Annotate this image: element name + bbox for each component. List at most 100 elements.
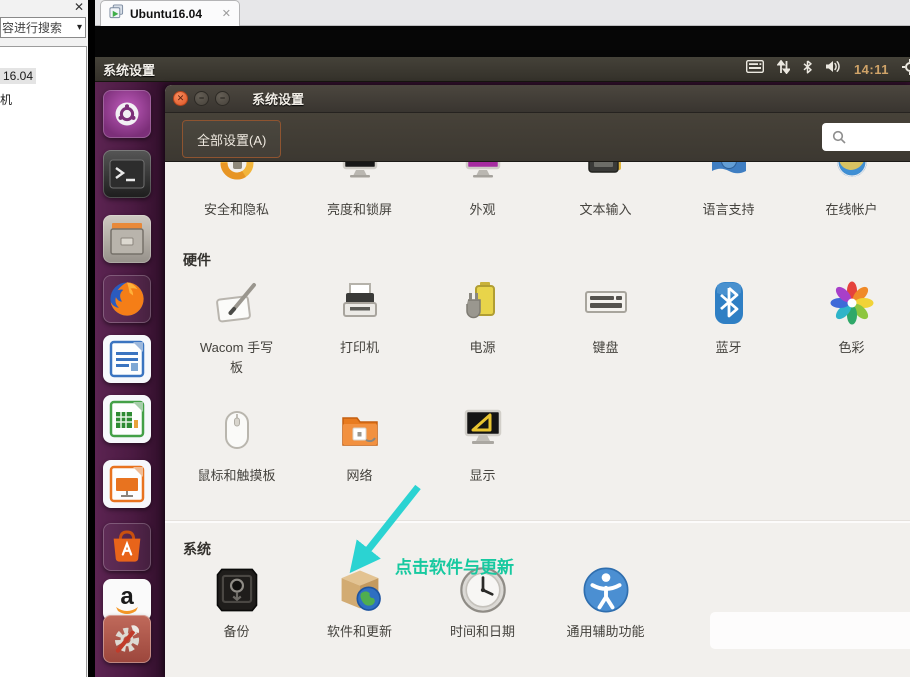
launcher-files[interactable] — [103, 215, 151, 263]
panel-close-icon[interactable]: ✕ — [74, 0, 84, 14]
window-titlebar[interactable]: ✕ − − 系统设置 — [165, 85, 910, 113]
section-header-hardware: 硬件 — [183, 250, 211, 270]
launcher-terminal[interactable] — [103, 150, 151, 198]
vm-screen-margin — [95, 26, 910, 57]
settings-item-label: 文本输入 — [579, 200, 631, 220]
network-arrows-icon[interactable] — [777, 60, 790, 79]
settings-item-online-accounts[interactable]: 在线帐户 — [790, 162, 910, 220]
settings-item-keyboard[interactable]: 键盘 — [544, 279, 667, 358]
window-toolbar: 全部设置(A) — [165, 113, 910, 162]
settings-item-backups[interactable]: 备份 — [175, 564, 298, 642]
settings-item-security-privacy[interactable]: 安全和隐私 — [175, 162, 298, 220]
power-icon — [459, 279, 507, 327]
launcher-system-settings[interactable] — [103, 615, 151, 663]
library-tree: 16.04 机 — [0, 46, 87, 677]
settings-item-label: 电源 — [469, 338, 495, 358]
ubuntu-desktop: 系统设置 14:11 — [95, 57, 910, 677]
search-icon — [832, 130, 846, 144]
universal-access-icon — [580, 564, 632, 616]
settings-item-label: 色彩 — [838, 338, 864, 358]
settings-item-bluetooth[interactable]: 蓝牙 — [667, 279, 790, 358]
window-minimize-button[interactable]: − — [194, 91, 209, 106]
section-header-system: 系统 — [183, 539, 211, 559]
system-settings-window: ✕ − − 系统设置 全部设置(A) 安全和隐私 亮度和锁屏 — [165, 85, 910, 677]
settings-item-label: 通用辅助功能 — [566, 622, 644, 642]
file-cabinet-icon — [108, 221, 146, 257]
launcher-libreoffice-writer[interactable] — [103, 335, 151, 383]
brightness-lock-icon — [336, 162, 384, 194]
bluetooth-indicator-icon[interactable] — [803, 60, 812, 79]
annotation-text: 点击软件与更新 — [395, 553, 514, 578]
ubuntu-top-panel: 系统设置 14:11 — [95, 57, 910, 82]
session-menu-icon[interactable] — [902, 59, 910, 80]
settings-item-color[interactable]: 色彩 — [790, 279, 910, 358]
settings-item-printers[interactable]: 打印机 — [298, 279, 421, 358]
library-search-input[interactable]: 容进行搜索 ▾ — [0, 17, 86, 38]
library-search-text: 容进行搜索 — [1, 19, 74, 36]
settings-item-language-support[interactable]: 语言支持 — [667, 162, 790, 220]
settings-item-label: 备份 — [223, 622, 249, 642]
clock-label[interactable]: 14:11 — [854, 62, 889, 77]
settings-search-input[interactable] — [822, 123, 910, 151]
software-updates-icon — [334, 564, 386, 616]
settings-item-label: 软件和更新 — [327, 622, 392, 642]
chevron-down-icon[interactable]: ▾ — [74, 22, 85, 33]
settings-item-label: 安全和隐私 — [204, 200, 269, 220]
settings-item-label: 外观 — [469, 200, 495, 220]
panel-app-title: 系统设置 — [95, 60, 155, 79]
settings-item-appearance[interactable]: 外观 — [421, 162, 544, 220]
settings-item-label: Wacom 手写板 — [195, 338, 279, 377]
launcher-libreoffice-impress[interactable] — [103, 460, 151, 508]
settings-item-text-entry[interactable]: 文本输入 — [544, 162, 667, 220]
all-settings-button[interactable]: 全部设置(A) — [182, 120, 281, 158]
settings-item-brightness-lock[interactable]: 亮度和锁屏 — [298, 162, 421, 220]
launcher-libreoffice-calc[interactable] — [103, 395, 151, 443]
settings-item-power[interactable]: 电源 — [421, 279, 544, 358]
launcher-firefox[interactable] — [103, 275, 151, 323]
mouse-icon — [213, 407, 261, 455]
settings-item-label: 语言支持 — [702, 200, 754, 220]
window-title: 系统设置 — [252, 89, 304, 108]
settings-item-label: 显示 — [469, 466, 495, 486]
displays-icon — [459, 407, 507, 455]
faint-overlay-box — [710, 612, 910, 649]
settings-item-universal-access[interactable]: 通用辅助功能 — [544, 564, 667, 642]
window-close-button[interactable]: ✕ — [173, 91, 188, 106]
window-maximize-button[interactable]: − — [215, 91, 230, 106]
settings-item-mouse-touchpad[interactable]: 鼠标和触摸板 — [175, 407, 298, 486]
tab-close-icon[interactable]: ✕ — [222, 7, 231, 20]
section-divider — [165, 520, 910, 523]
screenshot-root: ✕ 容进行搜索 ▾ 16.04 机 Ubuntu16.04 ✕ 系统设置 — [0, 0, 910, 677]
vm-running-icon — [109, 4, 124, 24]
ubuntu-logo-icon — [110, 97, 144, 131]
tree-item-vm[interactable]: 16.04 — [0, 69, 36, 83]
security-privacy-icon — [213, 162, 261, 194]
firefox-icon — [106, 278, 148, 320]
backups-icon — [211, 564, 263, 616]
settings-item-label: 网络 — [346, 466, 372, 486]
writer-icon — [109, 340, 145, 378]
vmware-library-panel: ✕ 容进行搜索 ▾ 16.04 机 — [0, 0, 88, 677]
system-settings-icon — [107, 619, 147, 659]
settings-item-displays[interactable]: 显示 — [421, 407, 544, 486]
online-accounts-icon — [828, 162, 876, 194]
unity-launcher: a — [95, 82, 165, 677]
settings-item-label: 打印机 — [340, 338, 379, 358]
settings-item-network[interactable]: 网络 — [298, 407, 421, 486]
settings-item-label: 键盘 — [592, 338, 618, 358]
vm-border-strip — [88, 0, 95, 677]
system-tray: 14:11 — [746, 59, 910, 80]
volume-icon[interactable] — [825, 60, 841, 78]
keyboard-indicator-icon[interactable] — [746, 60, 764, 78]
keyboard-icon — [582, 279, 630, 327]
settings-grid: 安全和隐私 亮度和锁屏 外观 文本输入 语言支持 — [165, 162, 910, 677]
text-entry-icon — [582, 162, 630, 194]
svg-text:a: a — [120, 583, 134, 610]
calc-icon — [109, 400, 145, 438]
color-icon — [828, 279, 876, 327]
tab-ubuntu1604[interactable]: Ubuntu16.04 ✕ — [100, 0, 240, 26]
launcher-dash[interactable] — [103, 90, 151, 138]
settings-item-wacom[interactable]: Wacom 手写板 — [175, 279, 298, 377]
tree-item-computer[interactable]: 机 — [0, 91, 12, 108]
launcher-software-center[interactable] — [103, 523, 151, 571]
